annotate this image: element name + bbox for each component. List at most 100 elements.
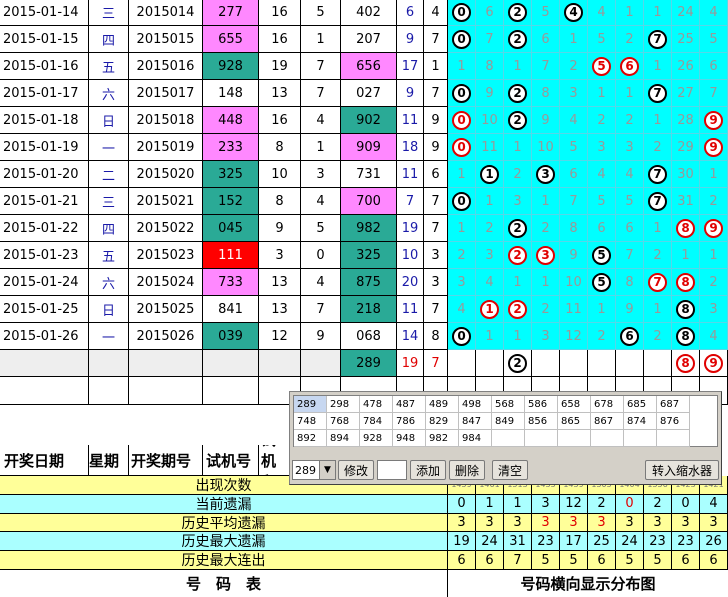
- number-select[interactable]: 289 ▼: [292, 460, 336, 480]
- grid-number[interactable]: 498: [459, 396, 492, 413]
- grid-number[interactable]: 784: [360, 413, 393, 430]
- cell-draw: 656: [341, 53, 397, 80]
- miss-count: 1: [457, 58, 466, 74]
- dist-cell: 1: [504, 134, 532, 161]
- grid-number[interactable]: 478: [360, 396, 393, 413]
- cell-trial: 448: [203, 107, 259, 134]
- grid-number[interactable]: 678: [591, 396, 624, 413]
- dist-cell: 3: [616, 134, 644, 161]
- dist-cell: 5: [560, 134, 588, 161]
- modify-button[interactable]: 修改: [338, 460, 374, 480]
- grid-number[interactable]: 894: [327, 430, 360, 447]
- grid-number[interactable]: 984: [459, 430, 492, 447]
- empty-cell: [89, 377, 129, 405]
- grid-number[interactable]: 892: [294, 430, 327, 447]
- grid-number[interactable]: 487: [393, 396, 426, 413]
- delete-button[interactable]: 删除: [449, 460, 485, 480]
- dist-cell: 10: [476, 107, 504, 134]
- grid-number[interactable]: [591, 430, 624, 447]
- chevron-down-icon[interactable]: ▼: [319, 461, 335, 479]
- grid-number[interactable]: 874: [624, 413, 657, 430]
- dist-cell: 7: [616, 242, 644, 269]
- dist-cell: 8: [672, 296, 700, 323]
- stat-value: 5: [644, 551, 672, 570]
- grid-number[interactable]: [624, 430, 657, 447]
- dist-cell: 4: [448, 296, 476, 323]
- hit-ball: 7: [648, 29, 667, 49]
- dist-cell: 1: [644, 53, 672, 80]
- grid-number[interactable]: 489: [426, 396, 459, 413]
- miss-count: 10: [565, 274, 582, 290]
- miss-count: 2: [653, 139, 662, 155]
- hit-ball: 9: [704, 110, 723, 130]
- hit-ball: 1: [480, 299, 499, 319]
- grid-number[interactable]: 298: [327, 396, 360, 413]
- grid-number[interactable]: 748: [294, 413, 327, 430]
- add-button[interactable]: 添加: [410, 460, 446, 480]
- miss-count: 1: [625, 4, 634, 20]
- grid-number[interactable]: 685: [624, 396, 657, 413]
- dist-cell: 3: [560, 80, 588, 107]
- grid-number[interactable]: 856: [525, 413, 558, 430]
- cell-date: 2015-01-22: [0, 215, 89, 242]
- grid-number[interactable]: 849: [492, 413, 525, 430]
- miss-count: 2: [569, 58, 578, 74]
- grid-number[interactable]: 982: [426, 430, 459, 447]
- shrink-button[interactable]: 转入缩水器: [645, 460, 719, 480]
- cell-trial: 152: [203, 188, 259, 215]
- grid-number[interactable]: 768: [327, 413, 360, 430]
- hit-ball: 1: [480, 164, 499, 184]
- cell-trial: 928: [203, 53, 259, 80]
- grid-number[interactable]: 829: [426, 413, 459, 430]
- grid-number[interactable]: [525, 430, 558, 447]
- grid-number[interactable]: 786: [393, 413, 426, 430]
- cell-draw: 218: [341, 296, 397, 323]
- dist-cell: 0: [448, 107, 476, 134]
- cell-s2: 7: [301, 53, 341, 80]
- dist-cell: 1: [644, 215, 672, 242]
- dist-cell: 4: [560, 0, 588, 26]
- dist-cell: 29: [672, 134, 700, 161]
- grid-number[interactable]: 928: [360, 430, 393, 447]
- miss-count: 7: [625, 247, 634, 263]
- miss-count: 8: [541, 85, 550, 101]
- grid-number[interactable]: 586: [525, 396, 558, 413]
- stat-value: 1: [476, 494, 504, 514]
- dist-cell: 4: [560, 107, 588, 134]
- grid-number[interactable]: 658: [558, 396, 591, 413]
- cell-n1: 7: [397, 188, 424, 215]
- grid-number[interactable]: 568: [492, 396, 525, 413]
- grid-number[interactable]: [492, 430, 525, 447]
- miss-count: 1: [653, 4, 662, 20]
- dist-cell: 6: [700, 53, 728, 80]
- cell-n2: 7: [424, 26, 448, 53]
- clear-button[interactable]: 清空: [492, 460, 528, 480]
- stat-value: 3: [504, 513, 532, 533]
- dist-cell: 1: [476, 161, 504, 188]
- cell-period: 2015020: [129, 161, 203, 188]
- grid-number[interactable]: [558, 430, 591, 447]
- grid-number[interactable]: 876: [657, 413, 690, 430]
- stat-value: 6: [700, 551, 728, 570]
- number-grid: 289 298 478 487 489 498 568 586 658 678 685 687 748 7…: [293, 395, 718, 447]
- dist-cell: 1: [476, 296, 504, 323]
- cell-s1: 8: [259, 188, 301, 215]
- grid-number[interactable]: 847: [459, 413, 492, 430]
- cell-s2: 4: [301, 269, 341, 296]
- cell-n2: 3: [424, 269, 448, 296]
- grid-number[interactable]: 687: [657, 396, 690, 413]
- cell-s1: 13: [259, 296, 301, 323]
- number-input[interactable]: [377, 460, 407, 480]
- grid-number[interactable]: 867: [591, 413, 624, 430]
- dist-cell: 4: [700, 323, 728, 350]
- cell-date: 2015-01-14: [0, 0, 89, 26]
- grid-number[interactable]: 948: [393, 430, 426, 447]
- grid-number[interactable]: 289: [294, 396, 327, 413]
- dist-cell: 1: [476, 188, 504, 215]
- miss-count: 2: [625, 112, 634, 128]
- grid-number[interactable]: [657, 430, 690, 447]
- grid-number[interactable]: 865: [558, 413, 591, 430]
- hit-ball: 5: [592, 245, 611, 265]
- stat-value: 3: [560, 513, 588, 533]
- dist-cell: 1: [616, 80, 644, 107]
